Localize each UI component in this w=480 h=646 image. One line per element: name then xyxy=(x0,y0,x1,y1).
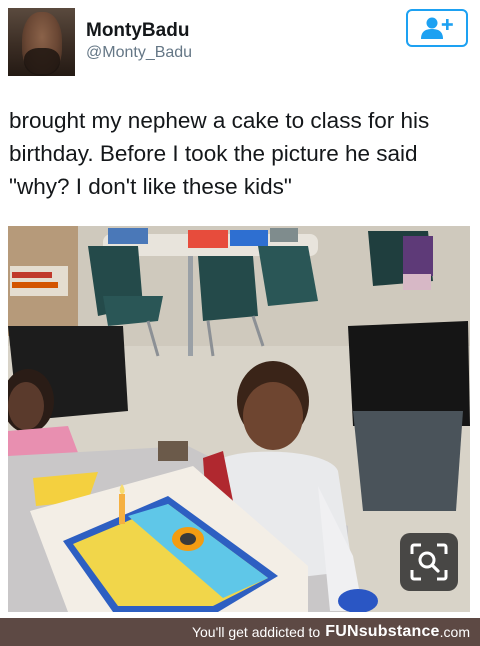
user-handle[interactable]: @Monty_Badu xyxy=(86,44,192,62)
visual-search-button[interactable] xyxy=(400,533,458,591)
display-name[interactable]: MontyBadu xyxy=(86,20,189,42)
add-user-icon xyxy=(421,17,453,39)
avatar-beard xyxy=(24,48,60,76)
avatar[interactable] xyxy=(8,8,75,76)
follow-button[interactable] xyxy=(406,9,468,47)
footer-tagline: You'll get addicted to xyxy=(191,624,321,640)
tweet-text: brought my nephew a cake to class for hi… xyxy=(9,108,430,199)
visual-search-icon xyxy=(410,543,448,581)
site-footer: You'll get addicted to FUNsubstance .com xyxy=(0,618,480,646)
tweet-card: MontyBadu @Monty_Badu brought my nephew … xyxy=(0,0,480,226)
footer-brand-suffix[interactable]: .com xyxy=(440,624,470,640)
footer-brand[interactable]: FUNsubstance xyxy=(325,623,439,641)
